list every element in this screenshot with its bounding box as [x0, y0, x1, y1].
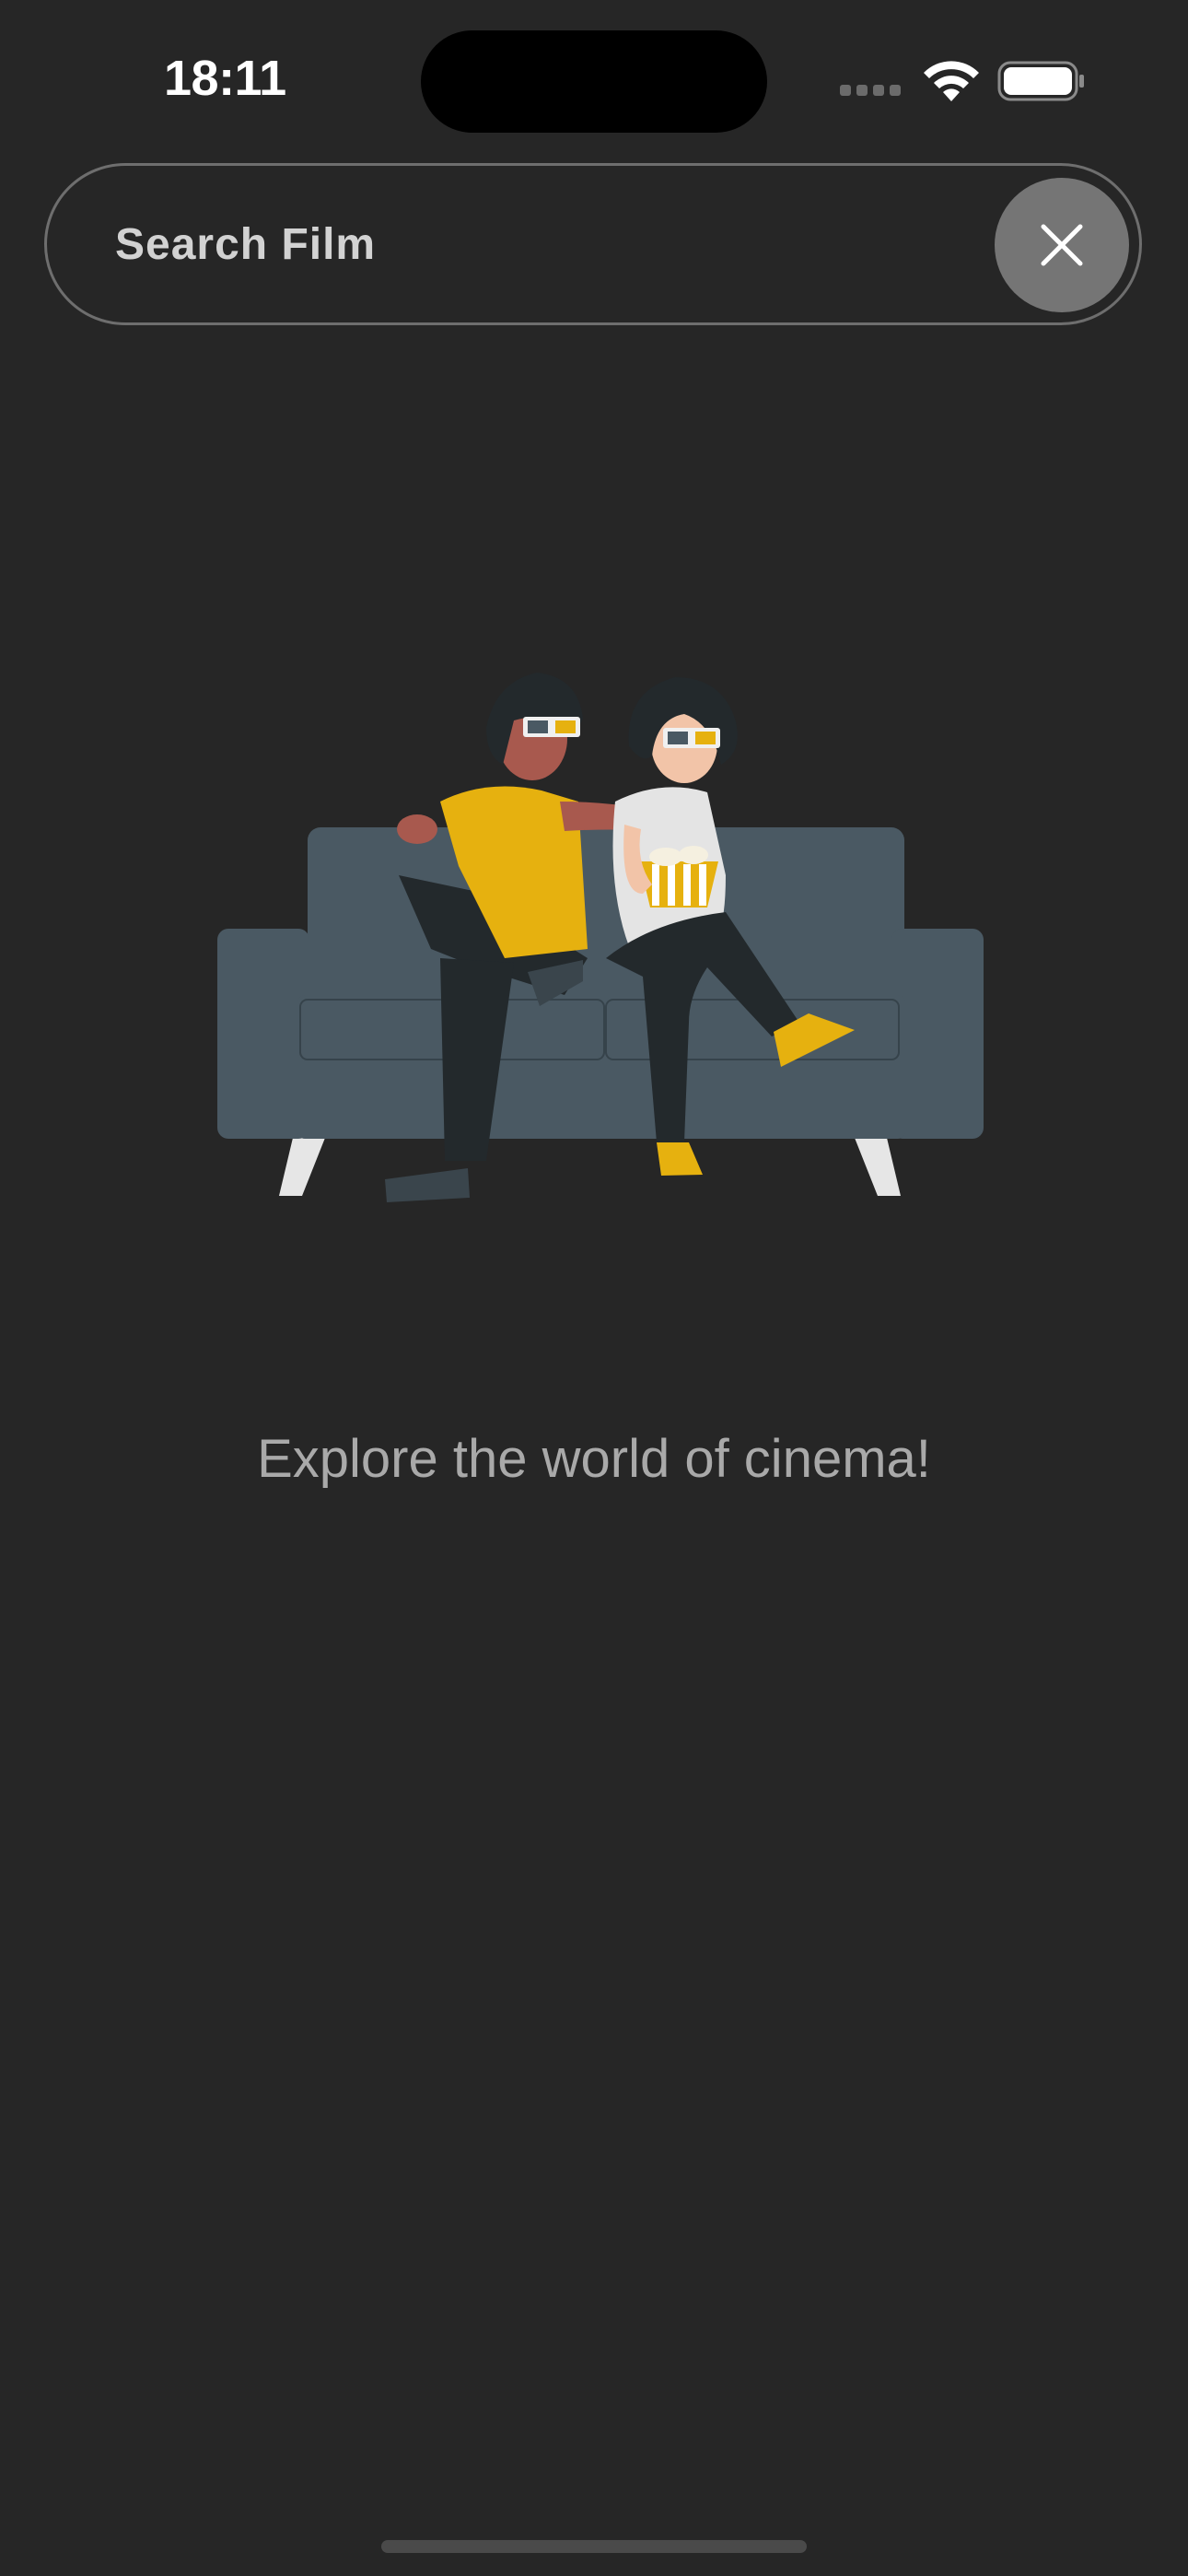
status-time: 18:11	[164, 51, 286, 106]
wifi-icon	[924, 61, 979, 101]
battery-icon	[997, 61, 1084, 101]
dynamic-island	[421, 30, 767, 133]
cellular-signal-icon	[840, 85, 904, 98]
status-bar: 18:11	[0, 0, 1188, 157]
home-indicator[interactable]	[381, 2540, 807, 2553]
search-bar	[44, 163, 1142, 325]
close-icon	[1041, 224, 1083, 266]
empty-state-message: Explore the world of cinema!	[257, 1429, 931, 1489]
clear-search-button[interactable]	[995, 178, 1129, 312]
couple-watching-movie-on-sofa-illustration	[217, 673, 984, 1202]
search-input[interactable]	[113, 206, 946, 282]
